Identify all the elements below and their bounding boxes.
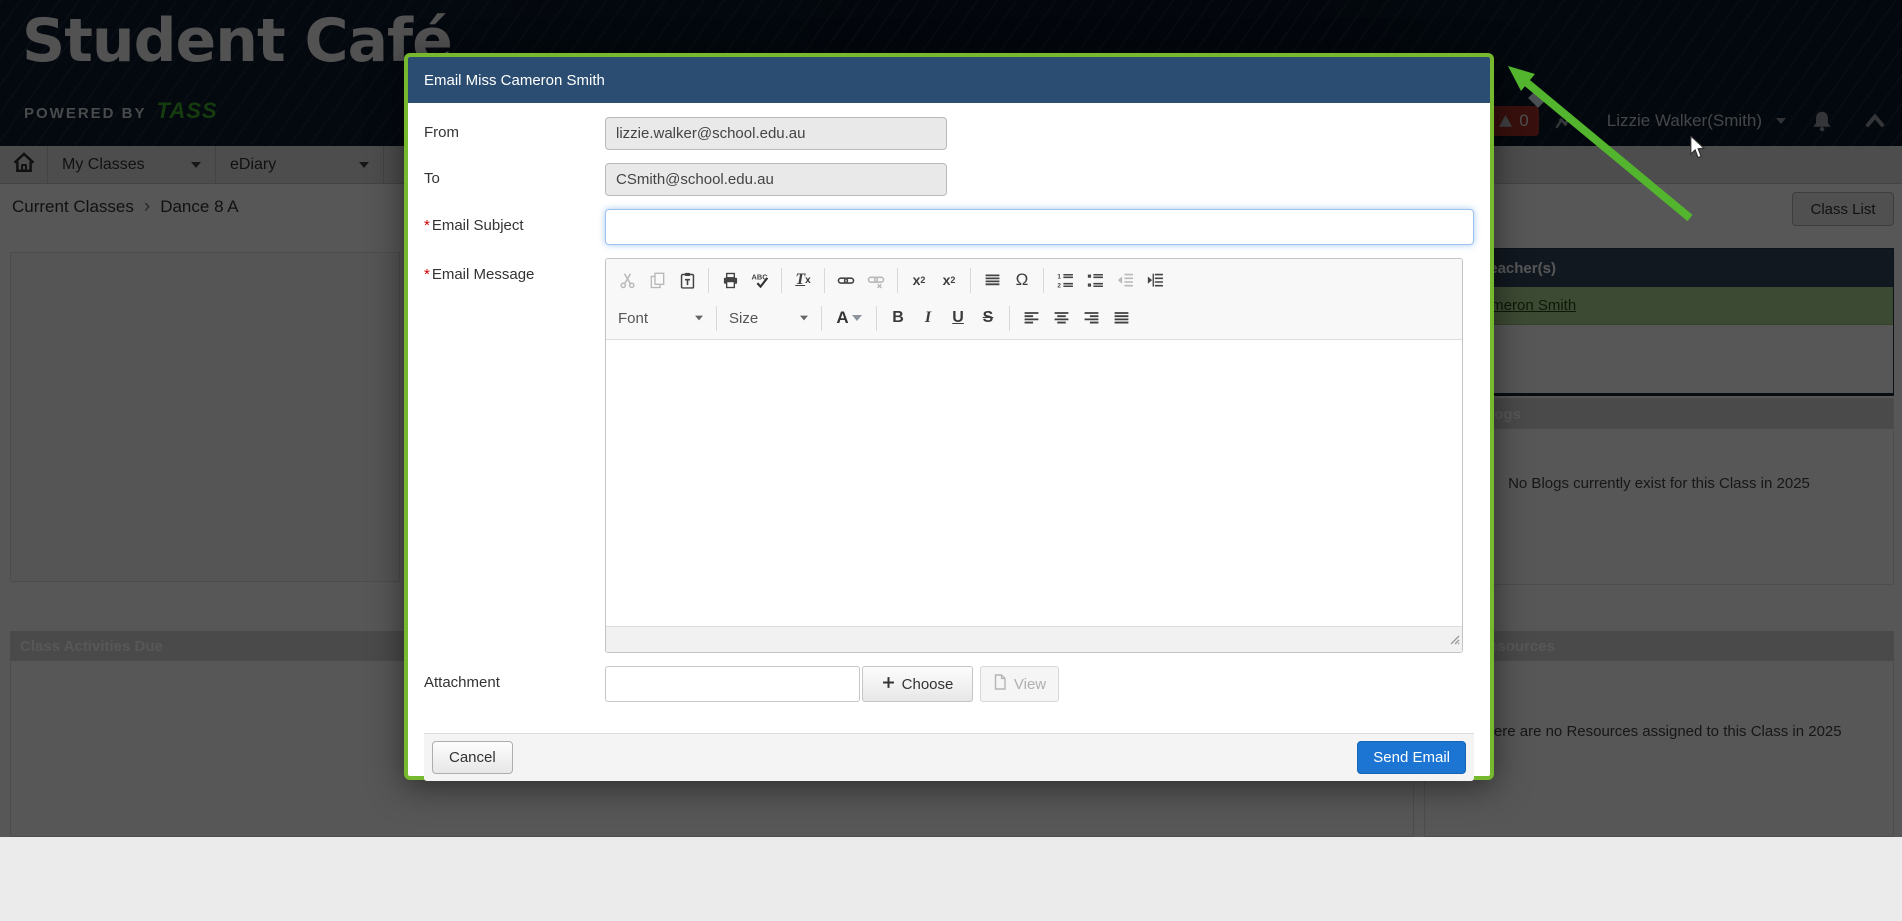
from-field (605, 117, 947, 150)
to-field (605, 163, 947, 196)
toolbar-row-1: ABC Tx (612, 261, 1456, 299)
chevron-down-icon (695, 316, 703, 321)
view-label: View (1014, 676, 1046, 693)
email-modal: Email Miss Cameron Smith From To *Email … (404, 53, 1494, 780)
superscript-index: 2 (950, 275, 955, 285)
text-color-letter: A (836, 308, 848, 328)
align-justify-icon[interactable] (1107, 305, 1135, 331)
copy-icon[interactable] (643, 267, 671, 293)
print-icon[interactable] (716, 267, 744, 293)
toolbar-divider (781, 268, 782, 293)
align-left-icon[interactable] (1017, 305, 1045, 331)
horizontal-rule-icon[interactable] (978, 267, 1006, 293)
chevron-down-icon (800, 316, 808, 321)
increase-indent-icon[interactable] (1141, 267, 1169, 293)
rich-text-editor: ABC Tx (605, 258, 1463, 653)
attachment-row: Attachment Choose View (424, 666, 1474, 702)
svg-text:1: 1 (1057, 273, 1061, 280)
email-message-editor-area[interactable] (606, 340, 1462, 626)
from-label: From (424, 117, 605, 141)
subscript-index: 2 (920, 275, 925, 285)
align-right-icon[interactable] (1077, 305, 1105, 331)
toolbar-row-2: Font Size A (612, 299, 1456, 337)
message-label-wrap: *Email Message (424, 258, 605, 283)
spellcheck-icon[interactable]: ABC (746, 267, 774, 293)
superscript-base: x (943, 272, 951, 288)
align-center-icon[interactable] (1047, 305, 1075, 331)
omega-glyph: Ω (1016, 270, 1029, 290)
message-row: *Email Message (424, 258, 1474, 653)
chevron-down-icon (852, 315, 862, 321)
modal-footer: Cancel Send Email (424, 733, 1474, 781)
cancel-button[interactable]: Cancel (432, 741, 513, 774)
email-subject-input[interactable] (605, 209, 1474, 245)
toolbar-divider (821, 306, 822, 331)
to-label: To (424, 163, 605, 187)
toolbar-divider (1009, 306, 1010, 331)
page: Student Café POWERED BY TASS 0 Lizzie Wa… (0, 0, 1902, 921)
toolbar-divider (708, 268, 709, 293)
remove-format-icon[interactable]: Tx (789, 267, 817, 293)
choose-label: Choose (902, 676, 954, 693)
unlink-icon[interactable] (862, 267, 890, 293)
bullet-list-icon[interactable] (1081, 267, 1109, 293)
toolbar-divider (716, 306, 717, 331)
required-asterisk: * (424, 266, 430, 283)
paste-icon[interactable] (673, 267, 701, 293)
editor-status-bar (606, 626, 1462, 652)
strikethrough-button[interactable]: S (974, 305, 1002, 331)
link-icon[interactable] (832, 267, 860, 293)
font-family-combo[interactable]: Font (612, 305, 710, 331)
editor-toolbar: ABC Tx (606, 259, 1462, 340)
special-character-icon[interactable]: Ω (1008, 267, 1036, 293)
font-combo-label: Font (618, 310, 648, 327)
cut-icon[interactable] (613, 267, 641, 293)
modal-title: Email Miss Cameron Smith (424, 72, 605, 89)
subject-label-wrap: *Email Subject (424, 209, 605, 234)
superscript-icon[interactable]: x2 (935, 267, 963, 293)
resize-grip-icon[interactable] (1448, 632, 1460, 650)
svg-text:2: 2 (1057, 282, 1061, 289)
attachment-label: Attachment (424, 666, 605, 691)
underline-button[interactable]: U (944, 305, 972, 331)
toolbar-divider (824, 268, 825, 293)
italic-button[interactable]: I (914, 305, 942, 331)
toolbar-divider (1043, 268, 1044, 293)
plus-icon (882, 676, 895, 693)
attachment-filename-field (605, 666, 860, 702)
document-icon (993, 674, 1007, 694)
view-attachment-button[interactable]: View (980, 666, 1059, 702)
toolbar-divider (970, 268, 971, 293)
to-row: To (424, 163, 1474, 196)
send-email-button[interactable]: Send Email (1357, 741, 1466, 774)
required-asterisk: * (424, 217, 430, 234)
subject-label: Email Subject (432, 217, 524, 234)
numbered-list-icon[interactable]: 12 (1051, 267, 1079, 293)
size-combo-label: Size (729, 310, 758, 327)
remove-format-letter: T (795, 271, 805, 289)
decrease-indent-icon[interactable] (1111, 267, 1139, 293)
toolbar-divider (876, 306, 877, 331)
choose-file-button[interactable]: Choose (862, 666, 973, 702)
from-row: From (424, 117, 1474, 150)
subscript-icon[interactable]: x2 (905, 267, 933, 293)
message-label: Email Message (432, 266, 535, 283)
subscript-base: x (913, 272, 921, 288)
subject-row: *Email Subject (424, 209, 1474, 245)
toolbar-divider (897, 268, 898, 293)
bold-button[interactable]: B (884, 305, 912, 331)
page-bottom-strip (0, 837, 1902, 921)
font-size-combo[interactable]: Size (723, 305, 815, 331)
modal-body: From To *Email Subject *Email Message (408, 103, 1490, 781)
text-color-button[interactable]: A (829, 305, 869, 331)
remove-format-x: x (805, 275, 811, 286)
modal-title-bar: Email Miss Cameron Smith (408, 57, 1490, 103)
